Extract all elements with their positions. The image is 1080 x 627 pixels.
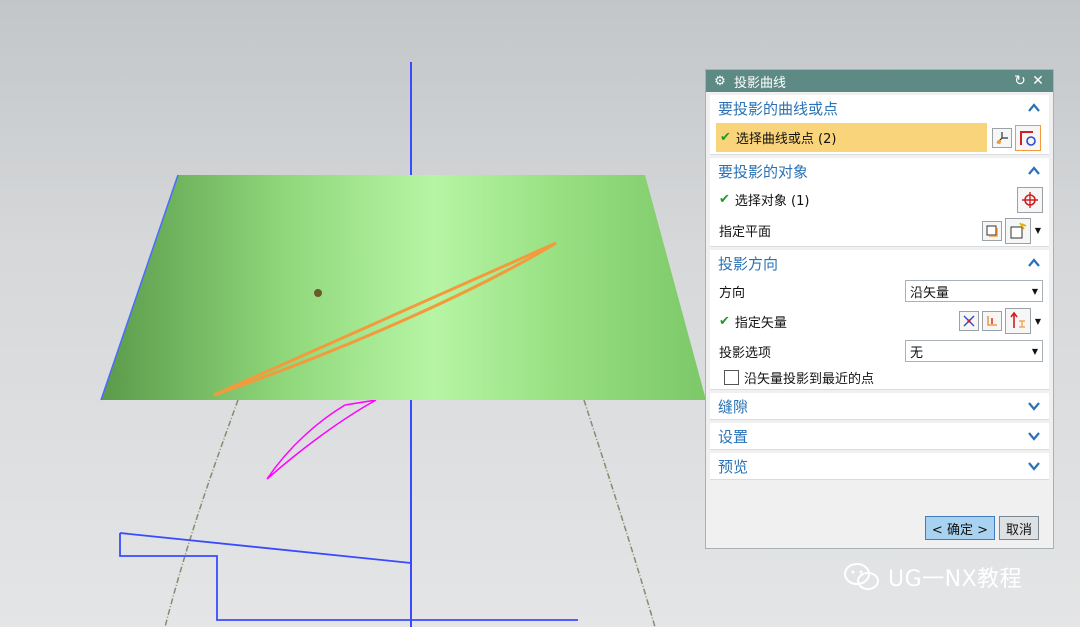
select-object-label: 选择对象 (1) xyxy=(734,194,810,209)
vector-dropdown-arrow[interactable]: ▼ xyxy=(1033,311,1043,331)
reverse-direction-icon[interactable] xyxy=(959,311,979,331)
gear-icon: ⚙ xyxy=(714,73,726,89)
group-settings-title: 设置 xyxy=(718,427,749,446)
group-gap-header[interactable]: 缝隙 xyxy=(710,393,1049,419)
nearest-point-label: 沿矢量投影到最近的点 xyxy=(744,372,875,387)
group-curves: 要投影的曲线或点 ✔ 选择曲线或点 (2) xyxy=(710,95,1049,155)
dialog-titlebar: ⚙ 投影曲线 ↻ ✕ xyxy=(706,70,1053,92)
sketch-diagonal xyxy=(119,532,412,564)
chevron-down-icon[interactable] xyxy=(1027,399,1041,413)
group-direction-header[interactable]: 投影方向 xyxy=(710,250,1049,276)
dialog-footer: < 确定 > 取消 xyxy=(921,516,1039,540)
group-direction-title: 投影方向 xyxy=(718,254,779,273)
group-preview-header[interactable]: 预览 xyxy=(710,453,1049,479)
reset-icon[interactable]: ↻ xyxy=(1011,73,1029,89)
cone-left-edge xyxy=(164,399,239,627)
dialog-title: 投影曲线 xyxy=(734,75,787,91)
group-settings: 设置 xyxy=(710,423,1049,450)
cancel-button[interactable]: 取消 xyxy=(998,516,1039,540)
cone-right-edge xyxy=(583,399,656,627)
close-icon[interactable]: ✕ xyxy=(1029,73,1047,89)
chevron-up-icon[interactable] xyxy=(1027,101,1041,115)
group-preview-title: 预览 xyxy=(718,457,749,476)
check-icon: ✔ xyxy=(720,130,731,145)
wechat-icon xyxy=(844,563,879,590)
plane-dialog-icon[interactable] xyxy=(982,220,1002,241)
specify-vector-label: 指定矢量 xyxy=(734,315,787,331)
group-curves-title: 要投影的曲线或点 xyxy=(718,99,839,118)
projection-option-value: 无 xyxy=(910,345,924,361)
select-curves-label: 选择曲线或点 (2) xyxy=(735,132,837,147)
project-curve-dialog: ⚙ 投影曲线 ↻ ✕ 要投影的曲线或点 ✔ 选择曲线或点 (2) 要投影的对象 … xyxy=(705,69,1054,549)
watermark: UG一NX教程 xyxy=(842,561,1022,593)
group-gap: 缝隙 xyxy=(710,393,1049,420)
check-icon: ✔ xyxy=(719,192,730,207)
group-direction: 投影方向 方向 沿矢量 ▼ ✔ 指定矢量 ▼ 投影选项 无 ▼ 沿矢量投影到最近… xyxy=(710,250,1049,390)
dropdown-arrow-icon: ▼ xyxy=(1031,346,1038,356)
projection-option-row: 投影选项 无 ▼ xyxy=(710,336,1049,366)
curve-rule-icon[interactable] xyxy=(1015,124,1041,151)
group-settings-header[interactable]: 设置 xyxy=(710,423,1049,449)
dropdown-arrow-icon: ▼ xyxy=(1031,286,1038,296)
crosshair-icon[interactable] xyxy=(1017,186,1043,213)
direction-row: 方向 沿矢量 ▼ xyxy=(710,276,1049,306)
projection-option-label: 投影选项 xyxy=(719,345,772,361)
projected-curve xyxy=(266,399,377,480)
group-curves-header[interactable]: 要投影的曲线或点 xyxy=(710,95,1049,121)
watermark-text: UG一NX教程 xyxy=(888,567,1023,592)
group-objects: 要投影的对象 ✔ 选择对象 (1) 指定平面 ▼ xyxy=(710,158,1049,247)
chevron-up-icon[interactable] xyxy=(1027,256,1041,270)
conical-surface[interactable] xyxy=(101,175,706,400)
reference-point[interactable] xyxy=(314,289,322,297)
group-objects-title: 要投影的对象 xyxy=(718,162,809,181)
vector-dialog-icon[interactable] xyxy=(982,311,1002,331)
select-object-row[interactable]: ✔ 选择对象 (1) xyxy=(710,184,1049,215)
direction-value: 沿矢量 xyxy=(910,285,950,301)
plane-dropdown-arrow[interactable]: ▼ xyxy=(1033,221,1043,241)
specify-vector-row[interactable]: ✔ 指定矢量 ▼ xyxy=(710,306,1049,336)
select-curves-row[interactable]: ✔ 选择曲线或点 (2) xyxy=(716,123,987,152)
nearest-point-checkbox-row[interactable]: 沿矢量投影到最近的点 xyxy=(710,366,1049,389)
point-dialog-icon[interactable] xyxy=(992,127,1012,148)
specify-plane-label: 指定平面 xyxy=(719,225,772,240)
ok-button[interactable]: < 确定 > xyxy=(924,516,995,540)
group-gap-title: 缝隙 xyxy=(718,397,749,416)
inferred-plane-icon[interactable] xyxy=(1005,217,1031,244)
chevron-down-icon[interactable] xyxy=(1027,429,1041,443)
direction-label: 方向 xyxy=(719,285,746,301)
specify-plane-row: 指定平面 ▼ xyxy=(710,215,1049,246)
group-objects-header[interactable]: 要投影的对象 xyxy=(710,158,1049,184)
chevron-up-icon[interactable] xyxy=(1027,164,1041,178)
inferred-vector-icon[interactable] xyxy=(1005,308,1031,334)
nearest-point-checkbox[interactable] xyxy=(724,370,739,385)
direction-select[interactable]: 沿矢量 ▼ xyxy=(905,280,1043,302)
group-preview: 预览 xyxy=(710,453,1049,480)
check-icon: ✔ xyxy=(719,313,730,329)
chevron-down-icon[interactable] xyxy=(1027,459,1041,473)
projection-option-select[interactable]: 无 ▼ xyxy=(905,340,1043,362)
